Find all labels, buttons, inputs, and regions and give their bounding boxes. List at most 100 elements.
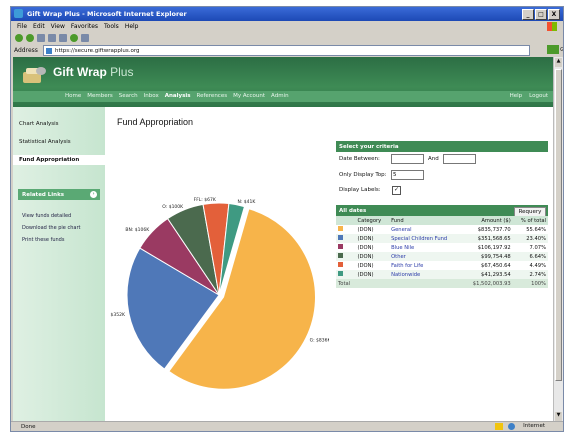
sidebar-item-statistical-analysis[interactable]: Statistical Analysis xyxy=(19,139,71,145)
cell-amount: $67,450.64 xyxy=(481,262,511,269)
top-count-input[interactable]: 5 xyxy=(391,170,424,180)
col-pct[interactable]: % of total xyxy=(512,216,548,225)
close-button[interactable]: X xyxy=(548,9,560,20)
menu-favorites[interactable]: Favorites xyxy=(71,23,98,30)
minimize-button[interactable]: _ xyxy=(522,9,534,20)
link-print-funds[interactable]: Print these funds xyxy=(22,237,64,243)
cell-fund[interactable]: Blue Nile xyxy=(391,245,414,251)
scroll-down-icon[interactable]: ▼ xyxy=(555,412,562,421)
cell-pct: 23.40% xyxy=(526,235,546,242)
pie-label: O: $100K xyxy=(162,204,184,210)
table-row: (DON) Blue Nile $106,197.92 7.07% xyxy=(336,243,548,252)
toolbar xyxy=(11,32,563,44)
color-swatch xyxy=(338,235,343,240)
criteria-header: Select your criteria xyxy=(336,141,548,152)
address-url: https://secure.giftwrapplus.org xyxy=(55,47,140,54)
internet-zone-icon xyxy=(508,423,515,430)
table-row: (DON) Special Children Fund $351,568.65 23.… xyxy=(336,234,548,243)
address-input[interactable]: https://secure.giftwrapplus.org xyxy=(43,45,530,56)
nav-logout[interactable]: Logout xyxy=(529,93,548,99)
nav-references[interactable]: References xyxy=(197,93,228,99)
fund-pie-chart: G: $836K SCF: $352K BN: $106K O: $100K FFL: … xyxy=(109,197,329,390)
table-row: (DON) General $835,737.70 55.64% xyxy=(336,225,548,234)
pie-label: FFL: $67K xyxy=(194,197,217,203)
menu-tools[interactable]: Tools xyxy=(104,23,119,30)
cell-amount: $351,568.65 xyxy=(477,235,511,242)
go-button[interactable]: Go xyxy=(547,45,563,54)
nav-inbox[interactable]: Inbox xyxy=(144,93,159,99)
favorites-icon[interactable] xyxy=(81,34,89,42)
brand-main: Gift Wrap xyxy=(53,65,107,79)
menu-view[interactable]: View xyxy=(51,23,65,30)
cell-fund[interactable]: Other xyxy=(391,254,406,260)
address-bar: Address https://secure.giftwrapplus.org … xyxy=(11,44,563,56)
date-between-label: Date Between: xyxy=(339,156,380,162)
col-category[interactable]: Category xyxy=(355,216,390,225)
table-row: (DON) Other $99,754.48 6.64% xyxy=(336,252,548,261)
go-label: Go xyxy=(560,47,564,53)
color-swatch xyxy=(338,226,343,231)
cell-category: (DON) xyxy=(357,253,374,260)
refresh-icon[interactable] xyxy=(48,34,56,42)
title-bar[interactable]: Gift Wrap Plus - Microsoft Internet Expl… xyxy=(11,7,563,21)
display-labels-checkbox[interactable]: ✓ xyxy=(392,186,401,195)
menu-help[interactable]: Help xyxy=(125,23,139,30)
scroll-up-icon[interactable]: ▲ xyxy=(555,58,562,67)
only-display-top-label: Only Display Top: xyxy=(339,172,387,178)
home-icon[interactable] xyxy=(59,34,67,42)
gift-logo-icon xyxy=(23,67,46,83)
cell-fund[interactable]: General xyxy=(391,227,411,233)
nav-my-account[interactable]: My Account xyxy=(233,93,265,99)
cell-fund[interactable]: Special Children Fund xyxy=(391,236,447,242)
cell-amount: $41,293.54 xyxy=(481,271,511,278)
cell-fund[interactable]: Nationwide xyxy=(391,272,420,278)
stop-icon[interactable] xyxy=(37,34,45,42)
menu-file[interactable]: File xyxy=(17,23,27,30)
col-amount[interactable]: Amount ($) xyxy=(461,216,513,225)
page-viewport: Gift Wrap Plus Home Members Search Inbox Ana… xyxy=(13,57,554,422)
sidebar-item-chart-analysis[interactable]: Chart Analysis xyxy=(19,121,59,127)
date-from-input[interactable] xyxy=(391,154,424,164)
zone-label: Internet xyxy=(523,423,545,429)
scroll-thumb[interactable] xyxy=(555,69,562,381)
related-links-header[interactable]: Related Links › xyxy=(18,189,100,200)
page-icon xyxy=(46,47,52,54)
lock-icon xyxy=(495,423,503,430)
nav-analysis[interactable]: Analysis xyxy=(165,93,191,99)
maximize-button[interactable]: □ xyxy=(535,9,547,20)
vertical-scrollbar[interactable]: ▲ ▼ xyxy=(553,57,563,422)
nav-search[interactable]: Search xyxy=(119,93,138,99)
link-download-pie[interactable]: Download the pie chart xyxy=(22,225,80,231)
cell-fund[interactable]: Faith for Life xyxy=(391,263,423,269)
cell-pct: 55.64% xyxy=(526,226,546,233)
total-pct: 100% xyxy=(512,279,548,288)
pie-slices xyxy=(126,202,316,390)
col-fund[interactable]: Fund xyxy=(389,216,462,225)
forward-icon[interactable] xyxy=(26,34,34,42)
back-icon[interactable] xyxy=(15,34,23,42)
status-bar: Done Internet xyxy=(11,421,563,431)
sidebar-item-fund-appropriation[interactable]: Fund Appropriation xyxy=(13,155,105,165)
window-title: Gift Wrap Plus - Microsoft Internet Expl… xyxy=(27,10,187,18)
menu-edit[interactable]: Edit xyxy=(33,23,45,30)
status-text: Done xyxy=(21,424,36,430)
funds-table: Category Fund Amount ($) % of total (DON… xyxy=(336,216,548,288)
nav-admin[interactable]: Admin xyxy=(271,93,289,99)
cell-amount: $106,197.92 xyxy=(477,244,511,251)
nav-home[interactable]: Home xyxy=(65,93,81,99)
table-row: (DON) Faith for Life $67,450.64 4.49% xyxy=(336,261,548,270)
search-icon[interactable] xyxy=(70,34,78,42)
related-links-title: Related Links xyxy=(22,191,65,198)
and-label: And xyxy=(428,156,439,162)
nav-members[interactable]: Members xyxy=(87,93,113,99)
chevron-circle-icon[interactable]: › xyxy=(90,191,97,198)
brand[interactable]: Gift Wrap Plus xyxy=(53,65,133,79)
total-amount: $1,502,003.93 xyxy=(461,279,513,288)
table-header-row: Category Fund Amount ($) % of total xyxy=(336,216,548,225)
display-labels-label: Display Labels: xyxy=(339,187,381,193)
screen: Gift Wrap Plus - Microsoft Internet Expl… xyxy=(0,0,571,436)
link-view-funds[interactable]: View funds detailed xyxy=(22,213,71,219)
address-label: Address xyxy=(14,46,38,54)
date-to-input[interactable] xyxy=(443,154,476,164)
nav-help[interactable]: Help xyxy=(510,93,523,99)
